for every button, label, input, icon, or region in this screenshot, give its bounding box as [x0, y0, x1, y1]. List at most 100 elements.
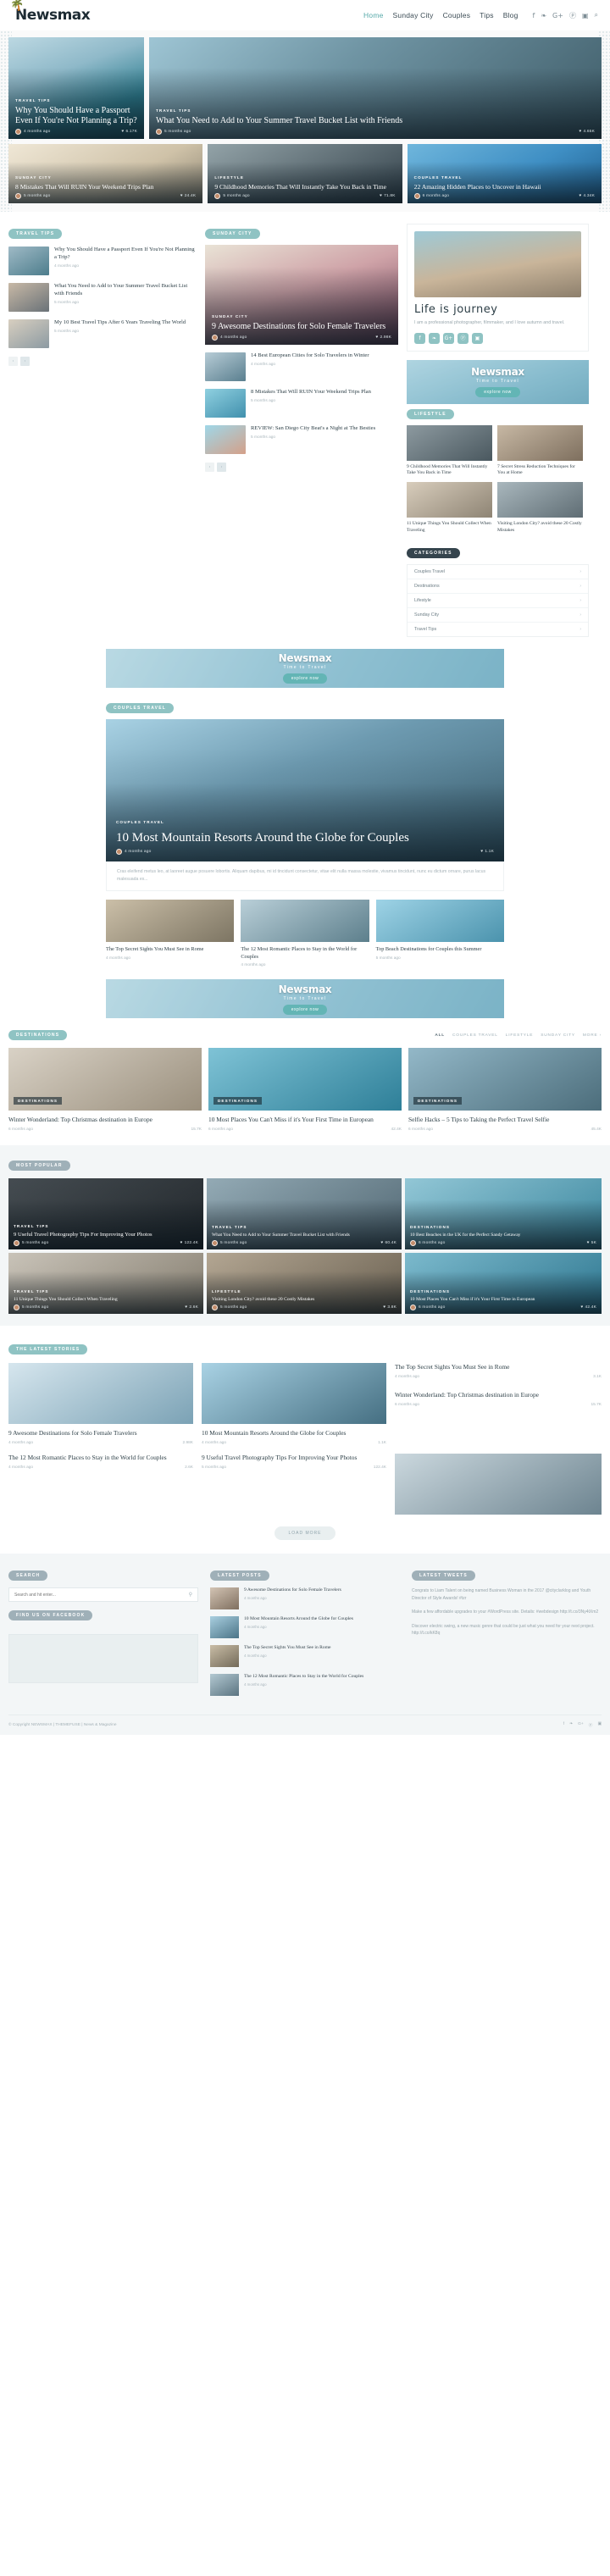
- latest-title[interactable]: The Top Secret Sights You Must See in Ro…: [395, 1363, 602, 1371]
- card-category[interactable]: SUNDAY CITY: [15, 175, 52, 180]
- tile-title[interactable]: 11 Unique Things You Should Collect When…: [407, 521, 492, 535]
- popular-cell[interactable]: TRAVEL TIPS 11 Unique Things You Should …: [8, 1253, 203, 1315]
- nav-item-blog[interactable]: Blog: [503, 11, 518, 19]
- sunday-city-feature[interactable]: SUNDAY CITY 9 Awesome Destinations for S…: [205, 245, 398, 345]
- list-item[interactable]: 14 Best European Cities for Solo Travele…: [205, 352, 398, 381]
- twitter-icon[interactable]: ❧: [569, 1722, 573, 1728]
- twitter-icon[interactable]: ❧: [541, 12, 546, 19]
- list-title[interactable]: 14 Best European Cities for Solo Travele…: [251, 352, 369, 360]
- facebook-icon[interactable]: f: [563, 1722, 564, 1728]
- nav-item-tips[interactable]: Tips: [480, 11, 494, 19]
- search-box[interactable]: ⚲: [8, 1587, 198, 1603]
- pinterest-icon[interactable]: ⓟ: [589, 1722, 593, 1728]
- search-icon[interactable]: ⚲: [189, 1592, 192, 1598]
- trio-title[interactable]: Top Beach Destinations for Couples this …: [376, 946, 504, 954]
- nav-item-home[interactable]: Home: [363, 11, 383, 19]
- sidebar-banner[interactable]: Newsmax Time to Travel explore now: [407, 359, 589, 404]
- search-input[interactable]: [14, 1592, 189, 1598]
- destination-title[interactable]: Selfie Hacks – 5 Tips to Taking the Perf…: [408, 1116, 602, 1124]
- category-row[interactable]: Lifestyle ›: [408, 594, 588, 608]
- footer-post[interactable]: The Top Secret Sights You Must See in Ro…: [210, 1645, 400, 1668]
- latest-item[interactable]: 10 Most Mountain Resorts Around the Glob…: [202, 1363, 386, 1445]
- popular-cell[interactable]: LIFESTYLE Visiting London City? avoid th…: [207, 1253, 402, 1315]
- banner-explore-button[interactable]: explore now: [282, 673, 328, 684]
- nav-item-sunday-city[interactable]: Sunday City: [393, 11, 434, 19]
- pinterest-icon[interactable]: ⓟ: [569, 11, 576, 20]
- trio-title[interactable]: The 12 Most Romantic Places to Stay in t…: [241, 946, 369, 961]
- lifestyle-tile[interactable]: 9 Childhood Memories That Will Instantly…: [407, 424, 492, 478]
- card-title[interactable]: 9 Childhood Memories That Will Instantly…: [214, 183, 395, 191]
- list-title[interactable]: 8 Mistakes That Will RUIN Your Weekend T…: [251, 389, 371, 396]
- category-row[interactable]: Sunday City ›: [408, 608, 588, 623]
- filter-sunday-city[interactable]: SUNDAY CITY: [541, 1033, 575, 1038]
- destination-category[interactable]: DESTINATIONS: [413, 1097, 463, 1105]
- destination-category[interactable]: DESTINATIONS: [14, 1097, 63, 1105]
- feature-category[interactable]: COUPLES TRAVEL: [116, 820, 164, 824]
- latest-item[interactable]: The Top Secret Sights You Must See in Ro…: [395, 1363, 602, 1445]
- list-item[interactable]: REVIEW: San Diego City Beat's a Night at…: [205, 425, 398, 454]
- destination-title[interactable]: Winter Wonderland: Top Christmas destina…: [8, 1116, 202, 1124]
- card-category[interactable]: LIFESTYLE: [214, 175, 244, 180]
- hero-card-secondary[interactable]: TRAVEL TIPS What You Need to Add to Your…: [149, 37, 602, 139]
- destination-item[interactable]: DESTINATIONS Winter Wonderland: Top Chri…: [8, 1048, 202, 1132]
- section-label-travel-tips[interactable]: TRAVEL TIPS: [8, 229, 63, 239]
- trio-item[interactable]: Top Beach Destinations for Couples this …: [375, 900, 504, 967]
- tile-title[interactable]: 9 Childhood Memories That Will Instantly…: [407, 464, 492, 478]
- nav-item-couples[interactable]: Couples: [443, 11, 471, 19]
- list-item[interactable]: My 10 Best Travel Tips After 6 Years Tra…: [8, 319, 197, 348]
- category-row[interactable]: Couples Travel ›: [408, 565, 588, 579]
- cell-category[interactable]: DESTINATIONS: [410, 1289, 450, 1294]
- feature-title[interactable]: 9 Awesome Destinations for Solo Female T…: [212, 322, 391, 332]
- hero-small-card-2[interactable]: LIFESTYLE 9 Childhood Memories That Will…: [208, 144, 402, 203]
- googleplus-icon[interactable]: G+: [552, 12, 563, 19]
- card-title[interactable]: 22 Amazing Hidden Places to Uncover in H…: [414, 183, 595, 191]
- next-arrow-icon[interactable]: ›: [217, 463, 226, 472]
- destination-item[interactable]: DESTINATIONS Selfie Hacks – 5 Tips to Ta…: [408, 1048, 602, 1132]
- feature-title[interactable]: 10 Most Mountain Resorts Around the Glob…: [116, 830, 494, 845]
- cell-title[interactable]: 10 Best Beaches in the UK for the Perfec…: [410, 1233, 596, 1238]
- instagram-icon[interactable]: ▣: [582, 12, 589, 19]
- latest-item[interactable]: [395, 1454, 602, 1515]
- latest-title[interactable]: 9 Awesome Destinations for Solo Female T…: [8, 1429, 193, 1438]
- cell-category[interactable]: TRAVEL TIPS: [14, 1224, 49, 1228]
- cell-category[interactable]: TRAVEL TIPS: [212, 1225, 247, 1229]
- filter-more[interactable]: MORE ›: [583, 1033, 602, 1038]
- popular-cell[interactable]: TRAVEL TIPS What You Need to Add to Your…: [207, 1178, 402, 1250]
- tweet-item[interactable]: Congrats to Liam Talent on being named B…: [412, 1587, 602, 1602]
- latest-item[interactable]: 9 Awesome Destinations for Solo Female T…: [8, 1363, 193, 1445]
- card-category[interactable]: COUPLES TRAVEL: [414, 175, 463, 180]
- latest-title[interactable]: 9 Useful Travel Photography Tips For Imp…: [202, 1454, 386, 1462]
- category-row[interactable]: Travel Tips ›: [408, 623, 588, 636]
- trio-title[interactable]: The Top Secret Sights You Must See in Ro…: [106, 946, 234, 954]
- hero-card-primary[interactable]: TRAVEL TIPS Why You Should Have a Passpo…: [8, 37, 144, 139]
- banner-explore-button[interactable]: explore now: [282, 1004, 328, 1015]
- list-item[interactable]: Why You Should Have a Passport Even If Y…: [8, 247, 197, 275]
- instagram-icon[interactable]: ▣: [597, 1722, 602, 1728]
- couples-feature-card[interactable]: COUPLES TRAVEL 10 Most Mountain Resorts …: [106, 718, 504, 861]
- filter-all[interactable]: ALL: [435, 1033, 445, 1038]
- footer-post-title[interactable]: 9 Awesome Destinations for Solo Female T…: [244, 1587, 341, 1594]
- cell-category[interactable]: DESTINATIONS: [410, 1225, 450, 1229]
- googleplus-icon[interactable]: G+: [578, 1722, 584, 1728]
- section-label-couples[interactable]: COUPLES TRAVEL: [106, 702, 174, 713]
- tweet-item[interactable]: Discover electric swing, a new music gen…: [412, 1623, 602, 1637]
- section-label-sunday-city[interactable]: SUNDAY CITY: [205, 229, 260, 239]
- wide-banner-1[interactable]: Newsmax Time to Travel explore now: [106, 648, 504, 688]
- hero-title[interactable]: Why You Should Have a Passport Even If Y…: [15, 106, 137, 126]
- cell-category[interactable]: LIFESTYLE: [212, 1289, 241, 1294]
- latest-item[interactable]: 9 Useful Travel Photography Tips For Imp…: [202, 1454, 386, 1515]
- twitter-icon[interactable]: ❧: [429, 332, 440, 344]
- section-label-latest[interactable]: THE LATEST STORIES: [8, 1344, 88, 1355]
- lifestyle-tile[interactable]: 11 Unique Things You Should Collect When…: [407, 482, 492, 535]
- list-item[interactable]: 8 Mistakes That Will RUIN Your Weekend T…: [205, 389, 398, 418]
- hero-category[interactable]: TRAVEL TIPS: [15, 98, 51, 102]
- cell-title[interactable]: 10 Most Places You Can't Miss if it's Yo…: [410, 1297, 596, 1303]
- prev-arrow-icon[interactable]: ‹: [8, 357, 18, 366]
- list-title[interactable]: My 10 Best Travel Tips After 6 Years Tra…: [54, 319, 186, 327]
- hero-small-card-3[interactable]: COUPLES TRAVEL 22 Amazing Hidden Places …: [407, 144, 602, 203]
- pinterest-icon[interactable]: ⓟ: [458, 332, 469, 344]
- destination-title[interactable]: 10 Most Places You Can't Miss if it's Yo…: [208, 1116, 402, 1124]
- card-title[interactable]: 8 Mistakes That Will RUIN Your Weekend T…: [15, 183, 196, 191]
- trio-item[interactable]: The Top Secret Sights You Must See in Ro…: [106, 900, 235, 967]
- section-label-most-popular[interactable]: MOST POPULAR: [8, 1161, 70, 1172]
